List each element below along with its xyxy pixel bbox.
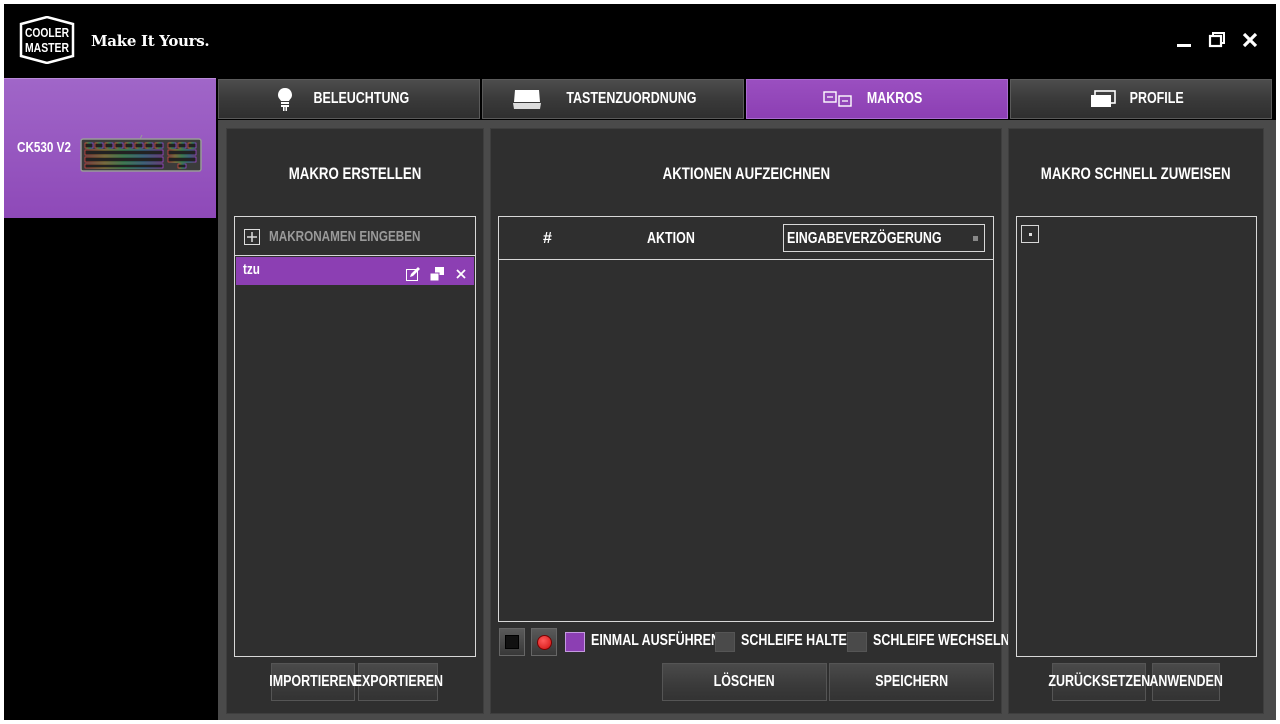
import-button[interactable]: IMPORTIEREN bbox=[269, 663, 357, 701]
apply-button[interactable]: ANWENDEN bbox=[1149, 663, 1223, 701]
macro-icon bbox=[823, 90, 853, 108]
tab-label: MAKROS bbox=[867, 90, 923, 107]
close-icon bbox=[1242, 32, 1258, 48]
restore-button[interactable] bbox=[1207, 30, 1227, 50]
option-loop-toggle-label: SCHLEIFE WECHSELN bbox=[873, 632, 1010, 649]
tab-profile[interactable]: PROFILE bbox=[1010, 79, 1272, 119]
keyboard-icon bbox=[512, 88, 542, 110]
import-label: IMPORTIEREN bbox=[269, 673, 357, 690]
plus-icon bbox=[244, 229, 260, 245]
assign-panel-title: MAKRO SCHNELL ZUWEISEN bbox=[1041, 164, 1231, 183]
column-action: AKTION bbox=[647, 230, 695, 247]
close-button[interactable] bbox=[1240, 30, 1260, 50]
stop-icon bbox=[505, 635, 519, 649]
export-label: EXPORTIEREN bbox=[353, 673, 443, 690]
option-loop-toggle-checkbox[interactable] bbox=[847, 632, 867, 652]
add-macro-input[interactable]: MAKRONAMEN EINGEBEN bbox=[235, 217, 475, 256]
dropdown-dot-icon bbox=[1029, 233, 1032, 236]
delete-label: LÖSCHEN bbox=[713, 673, 776, 690]
logo-line-1: COOLER bbox=[25, 25, 69, 40]
macro-name: tzu bbox=[243, 261, 260, 278]
cooler-master-logo: COOLER MASTER bbox=[19, 16, 75, 64]
duplicate-icon[interactable] bbox=[430, 267, 444, 281]
option-run-once-checkbox[interactable] bbox=[565, 632, 585, 652]
apply-label: ANWENDEN bbox=[1149, 673, 1223, 690]
assign-dropdown-button[interactable] bbox=[1021, 225, 1039, 243]
export-button[interactable]: EXPORTIEREN bbox=[353, 663, 443, 701]
device-card[interactable]: CK530 V2 bbox=[4, 78, 216, 218]
tab-label: TASTENZUORDNUNG bbox=[565, 90, 697, 107]
actions-table: # AKTION EINGABEVERZÖGERUNG bbox=[498, 216, 994, 622]
save-label: SPEICHERN bbox=[875, 673, 948, 690]
logo-line-2: MASTER bbox=[25, 40, 69, 55]
tab-label: PROFILE bbox=[1129, 90, 1185, 107]
assign-list bbox=[1016, 216, 1257, 657]
option-run-once-label: EINMAL AUSFÜHREN bbox=[591, 632, 720, 649]
tab-tastenzuordnung[interactable]: TASTENZUORDNUNG bbox=[482, 79, 744, 119]
stop-button[interactable] bbox=[499, 628, 525, 656]
record-icon bbox=[537, 635, 552, 650]
edit-icon[interactable] bbox=[406, 267, 420, 281]
option-loop-hold-label: SCHLEIFE HALTEN bbox=[741, 632, 856, 649]
column-number: # bbox=[543, 230, 552, 247]
restore-icon bbox=[1208, 32, 1225, 48]
save-button[interactable]: SPEICHERN bbox=[829, 663, 994, 701]
app-window: COOLER MASTER Make It Yours. CK530 V2 BE… bbox=[4, 4, 1276, 720]
delay-dropdown[interactable]: EINGABEVERZÖGERUNG bbox=[783, 224, 985, 252]
delete-button[interactable]: LÖSCHEN bbox=[662, 663, 827, 701]
tagline: Make It Yours. bbox=[91, 32, 210, 50]
reset-button[interactable]: ZURÜCKSETZEN bbox=[1048, 663, 1150, 701]
reset-label: ZURÜCKSETZEN bbox=[1048, 673, 1150, 690]
record-panel-title: AKTIONEN AUFZEICHNEN bbox=[662, 164, 830, 183]
list-item[interactable]: tzu bbox=[236, 257, 474, 285]
column-delay: EINGABEVERZÖGERUNG bbox=[787, 230, 942, 247]
profile-cards-icon bbox=[1090, 90, 1117, 108]
lightbulb-icon bbox=[276, 87, 294, 111]
keyboard-image bbox=[80, 135, 202, 172]
title-bar: COOLER MASTER Make It Yours. bbox=[4, 4, 1276, 78]
tab-bar: BELEUCHTUNG TASTENZUORDNUNG MAKROS PROFI… bbox=[218, 79, 1274, 119]
dropdown-handle-icon bbox=[973, 236, 978, 241]
table-header: # AKTION EINGABEVERZÖGERUNG bbox=[499, 217, 993, 260]
delete-icon[interactable] bbox=[456, 269, 466, 279]
option-loop-hold-checkbox[interactable] bbox=[715, 632, 735, 652]
record-button[interactable] bbox=[531, 628, 557, 656]
create-panel-title: MAKRO ERSTELLEN bbox=[288, 164, 422, 183]
minimize-button[interactable] bbox=[1174, 30, 1194, 50]
minimize-icon bbox=[1177, 44, 1191, 47]
tab-makros[interactable]: MAKROS bbox=[746, 79, 1008, 119]
device-name: CK530 V2 bbox=[17, 139, 71, 156]
add-macro-placeholder: MAKRONAMEN EINGEBEN bbox=[269, 228, 421, 245]
tab-label: BELEUCHTUNG bbox=[313, 90, 409, 107]
tab-beleuchtung[interactable]: BELEUCHTUNG bbox=[218, 79, 480, 119]
